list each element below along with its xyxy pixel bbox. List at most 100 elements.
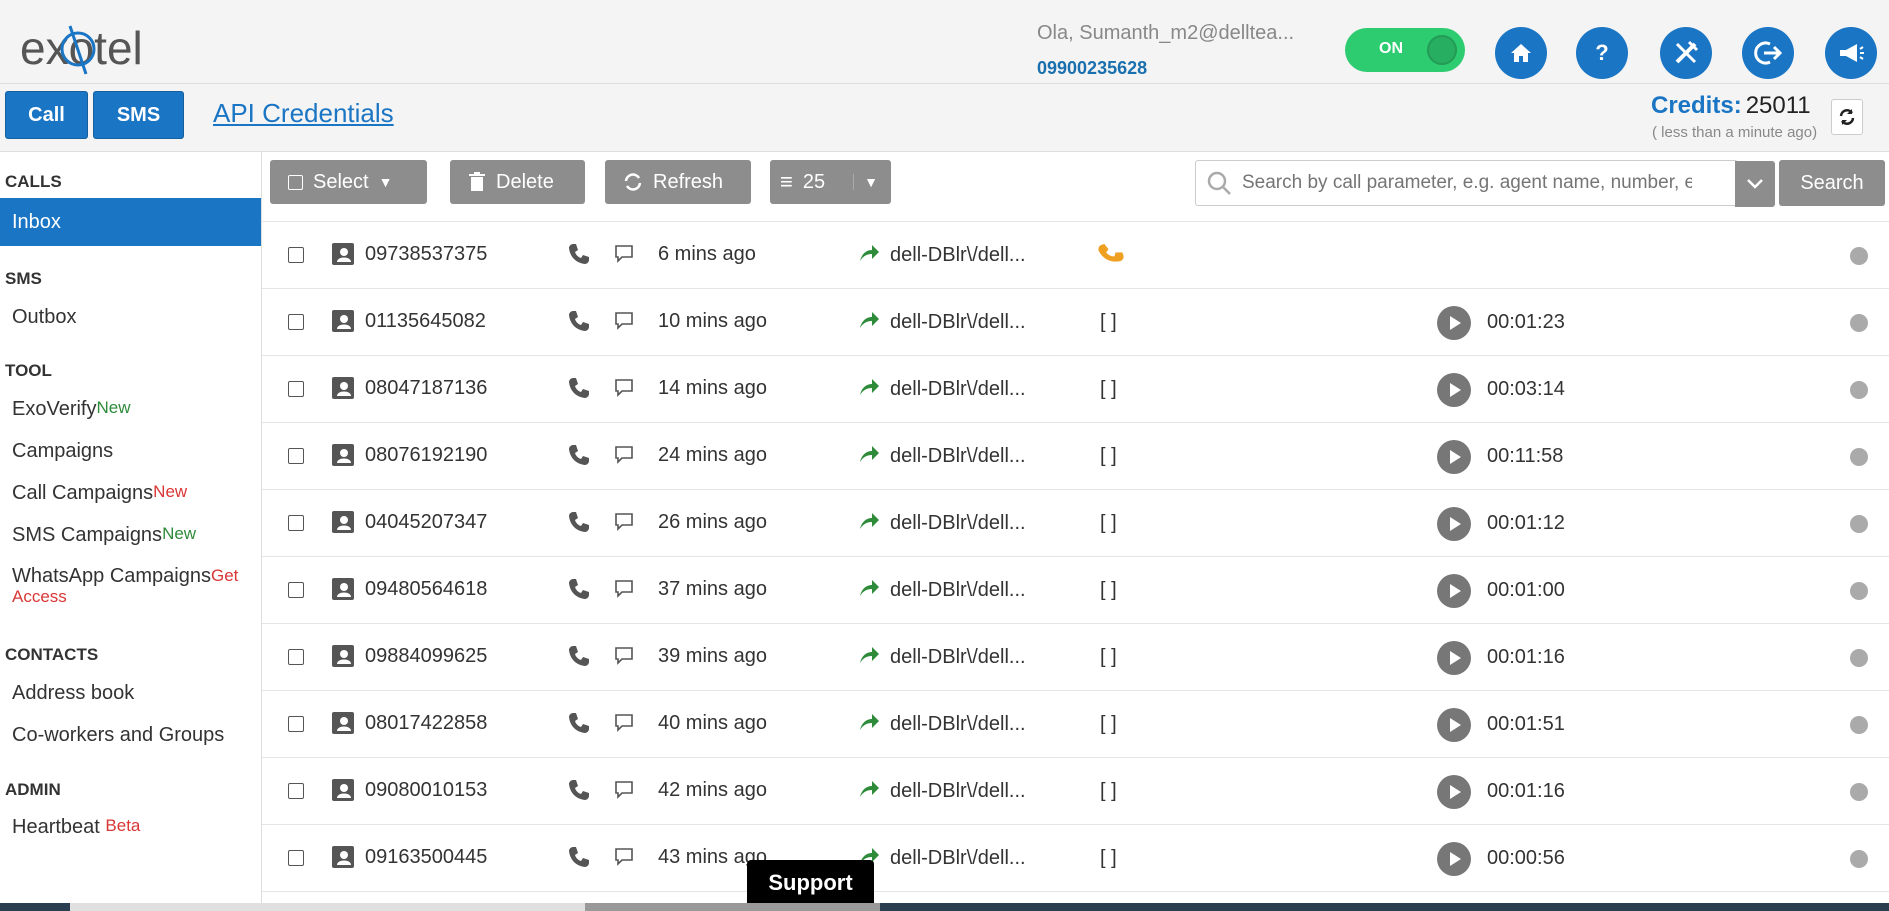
caller-number[interactable]: 09480564618 [365,578,487,601]
contact-card-icon[interactable] [332,511,354,533]
phone-icon[interactable] [567,845,591,869]
caller-number[interactable]: 09884099625 [365,645,487,668]
sidebar-item-outbox[interactable]: Outbox [12,306,76,329]
row-checkbox[interactable] [288,448,304,464]
phone-icon[interactable] [567,577,591,601]
sidebar-item-campaigns[interactable]: Campaigns [12,440,113,463]
call-row[interactable]: 09480564618 37 mins ago dell-DBlr\/dell...… [262,557,1889,624]
sidebar-item-sms-campaigns[interactable]: SMS CampaignsNew [12,524,196,547]
message-icon[interactable] [614,846,634,866]
call-destination[interactable]: dell-DBlr\/dell... [890,713,1026,736]
sidebar-item-inbox[interactable]: Inbox [0,198,261,246]
caller-number[interactable]: 08076192190 [365,444,487,467]
play-recording-button[interactable] [1437,708,1471,742]
logout-icon[interactable] [1742,27,1794,79]
home-icon[interactable] [1495,27,1547,79]
caller-number[interactable]: 09738537375 [365,243,487,266]
availability-toggle[interactable]: ON [1345,28,1465,72]
message-icon[interactable] [614,310,634,330]
delete-button[interactable]: Delete [450,160,585,204]
refresh-credits-button[interactable] [1831,99,1863,135]
play-recording-button[interactable] [1437,574,1471,608]
message-icon[interactable] [614,243,634,263]
call-destination[interactable]: dell-DBlr\/dell... [890,646,1026,669]
api-credentials-link[interactable]: API Credentials [213,98,394,129]
caller-number[interactable]: 09080010153 [365,779,487,802]
call-button[interactable]: Call [5,91,88,139]
contact-card-icon[interactable] [332,846,354,868]
message-icon[interactable] [614,578,634,598]
refresh-button[interactable]: Refresh [605,160,751,204]
call-destination[interactable]: dell-DBlr\/dell... [890,445,1026,468]
exotel-logo[interactable]: exotel [20,16,160,82]
phone-icon[interactable] [567,778,591,802]
call-destination[interactable]: dell-DBlr\/dell... [890,847,1026,870]
caller-number[interactable]: 08047187136 [365,377,487,400]
row-checkbox[interactable] [288,247,304,263]
phone-icon[interactable] [567,309,591,333]
phone-icon[interactable] [567,510,591,534]
call-row[interactable]: 08047187136 14 mins ago dell-DBlr\/dell...… [262,356,1889,423]
message-icon[interactable] [614,645,634,665]
search-input[interactable] [1242,169,1692,197]
announcement-icon[interactable] [1825,27,1877,79]
call-row[interactable]: 01135645082 10 mins ago dell-DBlr\/dell...… [262,289,1889,356]
row-checkbox[interactable] [288,515,304,531]
call-row[interactable]: 04045207347 26 mins ago dell-DBlr\/dell...… [262,490,1889,557]
message-icon[interactable] [614,377,634,397]
sidebar-item-call-campaigns[interactable]: Call CampaignsNew [12,482,187,505]
play-recording-button[interactable] [1437,775,1471,809]
help-icon[interactable]: ? [1576,27,1628,79]
sidebar-item-address-book[interactable]: Address book [12,682,134,705]
row-checkbox[interactable] [288,582,304,598]
call-destination[interactable]: dell-DBlr\/dell... [890,311,1026,334]
caller-number[interactable]: 09163500445 [365,846,487,869]
sidebar-item-coworkers[interactable]: Co-workers and Groups [12,724,224,747]
call-destination[interactable]: dell-DBlr\/dell... [890,512,1026,535]
call-row[interactable]: 09884099625 39 mins ago dell-DBlr\/dell...… [262,624,1889,691]
contact-card-icon[interactable] [332,779,354,801]
contact-card-icon[interactable] [332,712,354,734]
call-row[interactable]: 08017422858 40 mins ago dell-DBlr\/dell...… [262,691,1889,758]
sidebar-item-exoverify[interactable]: ExoVerifyNew [12,398,131,421]
user-phone[interactable]: 09900235628 [1037,58,1147,79]
search-options-dropdown[interactable] [1735,161,1775,207]
contact-card-icon[interactable] [332,377,354,399]
page-size-dropdown[interactable]: ≡ 25 ▼ [770,160,891,204]
caller-number[interactable]: 04045207347 [365,511,487,534]
contact-card-icon[interactable] [332,444,354,466]
call-destination[interactable]: dell-DBlr\/dell... [890,780,1026,803]
row-checkbox[interactable] [288,649,304,665]
phone-icon[interactable] [567,644,591,668]
call-row[interactable]: 09163500445 43 mins ago dell-DBlr\/dell...… [262,825,1889,892]
sidebar-item-heartbeat[interactable]: Heartbeat Beta [12,816,140,839]
support-button[interactable]: Support [747,860,874,906]
phone-icon[interactable] [567,376,591,400]
play-recording-button[interactable] [1437,440,1471,474]
message-icon[interactable] [614,511,634,531]
play-recording-button[interactable] [1437,842,1471,876]
call-row[interactable]: 08076192190 24 mins ago dell-DBlr\/dell...… [262,423,1889,490]
row-checkbox[interactable] [288,783,304,799]
row-checkbox[interactable] [288,314,304,330]
call-row[interactable]: 09738537375 6 mins ago dell-DBlr\/dell... [262,222,1889,289]
search-button[interactable]: Search [1779,160,1885,206]
select-dropdown[interactable]: Select ▼ [270,160,427,204]
message-icon[interactable] [614,444,634,464]
caller-number[interactable]: 01135645082 [365,310,486,333]
call-destination[interactable]: dell-DBlr\/dell... [890,579,1026,602]
contact-card-icon[interactable] [332,578,354,600]
tools-icon[interactable] [1660,27,1712,79]
phone-icon[interactable] [567,443,591,467]
contact-card-icon[interactable] [332,310,354,332]
caller-number[interactable]: 08017422858 [365,712,487,735]
play-recording-button[interactable] [1437,373,1471,407]
message-icon[interactable] [614,712,634,732]
play-recording-button[interactable] [1437,507,1471,541]
call-row[interactable]: 09080010153 42 mins ago dell-DBlr\/dell...… [262,758,1889,825]
contact-card-icon[interactable] [332,645,354,667]
contact-card-icon[interactable] [332,243,354,265]
phone-icon[interactable] [567,242,591,266]
message-icon[interactable] [614,779,634,799]
row-checkbox[interactable] [288,850,304,866]
